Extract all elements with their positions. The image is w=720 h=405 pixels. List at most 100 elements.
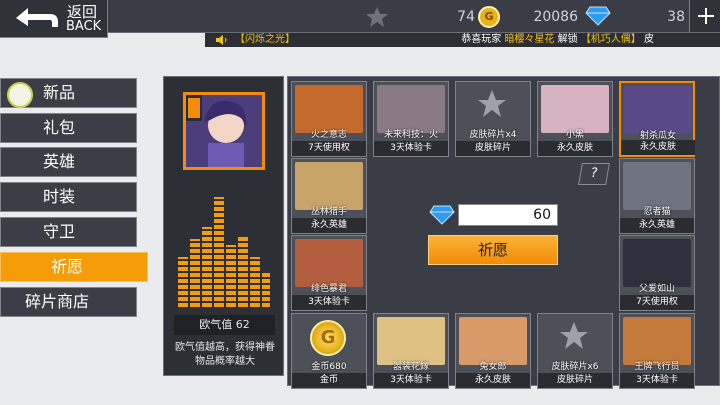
marquee-suffix: 皮 <box>644 34 654 45</box>
category-gift-pack[interactable]: 礼包 <box>0 113 137 143</box>
item-name: 火之意志 <box>310 130 347 140</box>
back-button[interactable]: 返回 BACK <box>0 0 108 38</box>
item-portrait <box>295 162 363 210</box>
marquee-message: 恭喜玩家 暗樱々星花 解锁 【机巧人偶】 皮 <box>461 33 654 47</box>
item-armored-bride[interactable]: 嚣装花嫁 3天体验卡 <box>373 313 449 389</box>
category-fragment-shop[interactable]: 碎片商店 <box>0 287 137 317</box>
luck-description: 欧气值越高，获得神眷物品概率越大 <box>175 342 275 367</box>
luck-bar <box>250 257 260 307</box>
item-ace-pilot[interactable]: 王牌飞行员 3天体验卡 <box>619 313 695 389</box>
gold-count: 20086 <box>533 9 578 25</box>
luck-bar <box>214 197 224 307</box>
category-label: 时装 <box>43 187 76 206</box>
item-name: 金币680 <box>311 362 347 372</box>
item-type: 3天体验卡 <box>374 373 448 388</box>
item-type: 永久英雄 <box>292 218 366 233</box>
item-gold-680[interactable]: G 金币680 金币 <box>291 313 367 389</box>
item-portrait <box>295 239 363 287</box>
item-portrait <box>377 317 445 365</box>
luck-bar <box>238 235 248 307</box>
luck-bar <box>202 227 212 307</box>
item-shooter-girl[interactable]: 射杀瓜女 永久皮肤 <box>619 81 695 157</box>
item-portrait <box>459 317 527 365</box>
cost-value: 60 <box>458 204 558 226</box>
item-name: 王牌飞行员 <box>634 362 680 372</box>
item-skin-fragments-6[interactable]: 皮肤碎片x6 皮肤碎片 <box>537 313 613 389</box>
item-portrait <box>624 86 692 134</box>
luck-bar <box>178 257 188 307</box>
item-name: 父爱如山 <box>638 284 675 294</box>
item-ninja-cat[interactable]: 忍者猫 永久英雄 <box>619 158 695 234</box>
star-resource: 74 <box>365 6 475 28</box>
item-name: 皮肤碎片x4 <box>469 130 517 140</box>
featured-hero-icon <box>186 95 262 167</box>
luck-bar <box>262 271 270 307</box>
item-name: 绯色暴君 <box>310 284 347 294</box>
item-name: 皮肤碎片x6 <box>551 362 599 372</box>
item-portrait <box>377 85 445 133</box>
star-count: 74 <box>457 9 475 25</box>
luck-value: 欧气值 62 <box>174 315 275 335</box>
new-logo-icon <box>7 82 33 108</box>
diamond-icon <box>429 205 455 225</box>
item-name: 小黑 <box>565 130 584 140</box>
puzzle-star-icon <box>478 90 506 117</box>
marquee-item: 【机巧人偶】 <box>580 34 641 45</box>
item-type: 永久皮肤 <box>621 140 695 155</box>
item-skin-fragments-4[interactable]: 皮肤碎片x4 皮肤碎片 <box>455 81 531 157</box>
item-bunny-girl[interactable]: 兔女郎 永久皮肤 <box>455 313 531 389</box>
item-type: 永久皮肤 <box>538 141 612 156</box>
item-fire-will[interactable]: 火之意志 7天使用权 <box>291 81 367 157</box>
puzzle-star-icon <box>560 322 588 349</box>
gold-coin-icon: G <box>478 6 500 28</box>
diamond-icon <box>585 6 611 26</box>
item-portrait <box>623 239 691 287</box>
category-label: 守卫 <box>43 222 76 241</box>
item-fatherly-love[interactable]: 父爱如山 7天使用权 <box>619 235 695 311</box>
item-type: 3天体验卡 <box>292 295 366 310</box>
item-portrait <box>295 85 363 133</box>
item-type: 永久皮肤 <box>456 373 530 388</box>
back-arrow-icon <box>16 8 58 27</box>
item-type: 皮肤碎片 <box>538 373 612 388</box>
item-future-tech[interactable]: 未来科技：火 3天体验卡 <box>373 81 449 157</box>
luck-panel: 欧气值 62 欧气值越高，获得神眷物品概率越大 <box>163 76 284 376</box>
item-type: 7天使用权 <box>620 295 694 310</box>
category-label: 祈愿 <box>51 257 84 276</box>
marquee-prefix: 恭喜玩家 <box>461 34 502 45</box>
luck-bar <box>226 245 236 307</box>
wish-button[interactable]: 祈愿 <box>428 235 558 265</box>
diamond-count: 38 <box>667 9 685 25</box>
item-portrait <box>541 85 609 133</box>
category-wish[interactable]: 祈愿 <box>0 252 148 282</box>
plus-icon <box>698 8 714 24</box>
category-new[interactable]: 新品 <box>0 78 137 108</box>
item-portrait <box>623 162 691 210</box>
featured-item-portrait[interactable] <box>183 92 265 170</box>
item-type: 7天使用权 <box>292 141 366 156</box>
item-name: 嚣装花嫁 <box>392 362 429 372</box>
star-icon <box>366 7 388 27</box>
item-crimson-tyrant[interactable]: 绯色暴君 3天体验卡 <box>291 235 367 311</box>
item-name: 未来科技：火 <box>383 130 438 140</box>
item-name: 忍者猫 <box>643 207 671 217</box>
category-guards[interactable]: 守卫 <box>0 217 137 247</box>
item-type: 皮肤碎片 <box>456 141 530 156</box>
category-heroes[interactable]: 英雄 <box>0 147 137 177</box>
item-jungle-hunter[interactable]: 丛林猎手 永久英雄 <box>291 158 367 234</box>
diamond-resource: 38 <box>585 6 685 28</box>
item-type: 永久英雄 <box>620 218 694 233</box>
luck-meter <box>178 192 270 307</box>
item-xiaohei[interactable]: 小黑 永久皮肤 <box>537 81 613 157</box>
item-type: 金币 <box>292 373 366 388</box>
item-name: 丛林猎手 <box>310 207 347 217</box>
add-currency-button[interactable] <box>689 0 720 32</box>
category-costumes[interactable]: 时装 <box>0 182 137 212</box>
luck-bar <box>190 239 200 307</box>
speaker-icon <box>216 35 227 45</box>
item-type: 3天体验卡 <box>620 373 694 388</box>
announcement-marquee: 【闪烁之光】 恭喜玩家 暗樱々星花 解锁 【机巧人偶】 皮 <box>205 33 720 47</box>
category-label: 新品 <box>43 83 76 102</box>
help-button[interactable]: ? <box>578 163 610 185</box>
gold-coin-icon: G <box>310 320 346 356</box>
